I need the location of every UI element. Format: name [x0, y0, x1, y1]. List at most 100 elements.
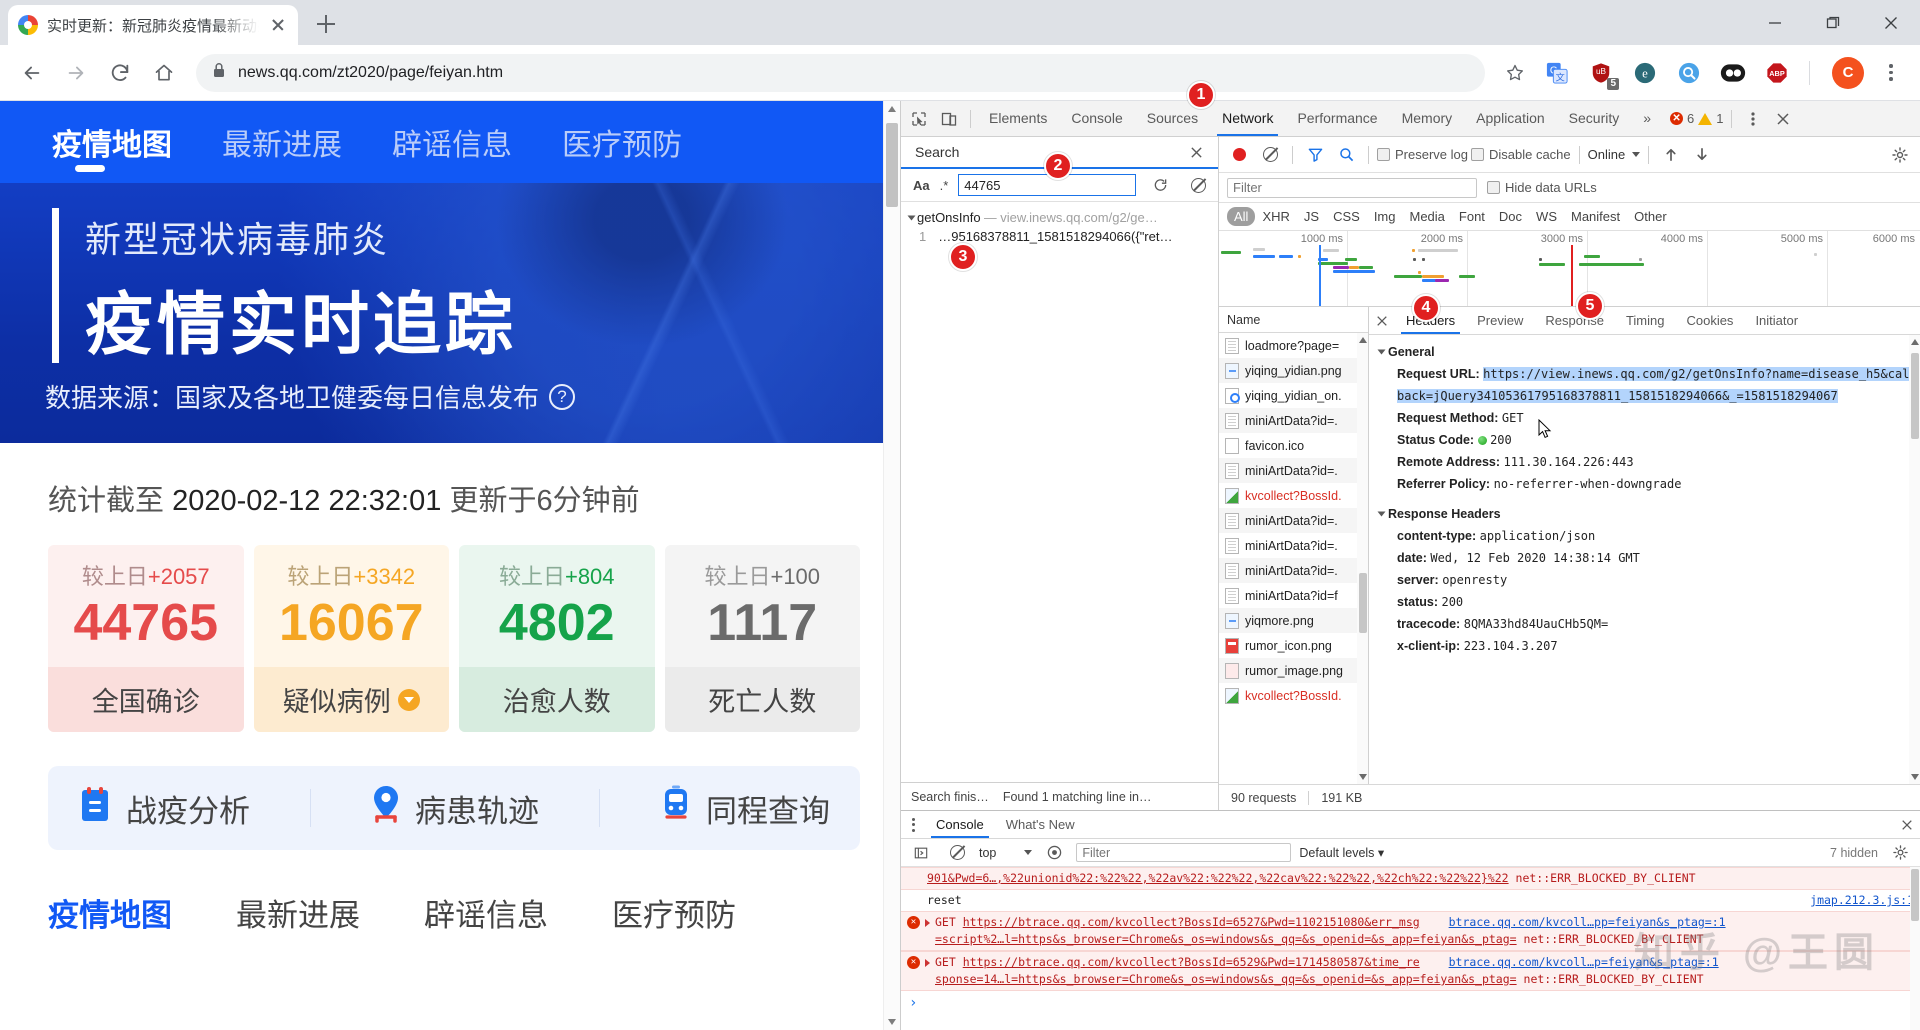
expand-triangle-icon[interactable]	[925, 919, 930, 927]
table-row[interactable]: miniArtData?id=.	[1219, 558, 1368, 583]
throttling-dropdown[interactable]: Online	[1588, 147, 1641, 162]
scroll-up-icon[interactable]	[888, 106, 896, 112]
devtools-tab-console[interactable]: Console	[1060, 101, 1133, 136]
reload-icon[interactable]	[100, 53, 140, 93]
expand-triangle-icon[interactable]	[907, 215, 916, 220]
console-request-url[interactable]: https://btrace.qq.com/kvcollect?BossId=6…	[963, 955, 1420, 969]
console-sidebar-icon[interactable]	[907, 839, 935, 867]
close-details-icon[interactable]	[1369, 315, 1395, 327]
scroll-down-icon[interactable]	[1358, 774, 1367, 780]
devtools-more-tabs-icon[interactable]: »	[1632, 101, 1662, 136]
preserve-log-checkbox[interactable]: Preserve log	[1377, 147, 1468, 162]
console-request-url-cont[interactable]: sponse=14…l=https&s_browser=Chrome&s_os=…	[935, 972, 1517, 986]
console-message-source[interactable]: btrace.qq.com/kvcoll…p=feiyan&s_ptag=:1	[1437, 955, 1719, 969]
search-result-line[interactable]: 1 …95168378811_1581518294066({"ret…	[909, 229, 1218, 244]
table-row[interactable]: kvcollect?BossId.	[1219, 683, 1368, 708]
search-input[interactable]	[958, 174, 1136, 196]
search-extension-icon[interactable]	[1674, 58, 1704, 88]
devtools-tab-application[interactable]: Application	[1465, 101, 1556, 136]
network-overview-timeline[interactable]: 1000 ms 2000 ms 3000 ms 4000 ms 5000 ms …	[1219, 231, 1920, 307]
export-har-icon[interactable]	[1688, 141, 1716, 169]
bookmark-star-icon[interactable]	[1497, 55, 1533, 91]
scroll-down-icon[interactable]	[888, 1019, 896, 1025]
request-list-scrollbar[interactable]	[1357, 333, 1368, 784]
details-tab-timing[interactable]: Timing	[1615, 307, 1676, 334]
type-filter-js[interactable]: JS	[1297, 207, 1326, 226]
devtools-tab-memory[interactable]: Memory	[1391, 101, 1464, 136]
device-toolbar-icon[interactable]	[935, 105, 963, 133]
type-filter-all[interactable]: All	[1227, 207, 1256, 226]
console-message-error[interactable]: ✕ GET https://btrace.qq.com/kvcollect?Bo…	[901, 911, 1920, 951]
scrollbar-thumb[interactable]	[1911, 869, 1919, 921]
drawer-tab-whats-new[interactable]: What's New	[995, 811, 1086, 838]
console-message-error[interactable]: ✕ GET https://btrace.qq.com/kvcollect?Bo…	[901, 951, 1920, 991]
network-settings-gear-icon[interactable]	[1886, 141, 1914, 169]
console-levels-dropdown[interactable]: Default levels ▾	[1299, 845, 1384, 860]
bottom-nav-item-rumor[interactable]: 辟谣信息	[424, 890, 548, 935]
table-row[interactable]: kvcollect?BossId.	[1219, 483, 1368, 508]
close-window-button[interactable]	[1862, 0, 1920, 45]
console-message-source[interactable]: btrace.qq.com/kvcoll…pp=feiyan&s_ptag=:1	[1437, 915, 1726, 929]
table-row[interactable]: miniArtData?id=.	[1219, 508, 1368, 533]
chevron-down-icon[interactable]	[397, 688, 420, 711]
clear-console-icon[interactable]	[943, 839, 971, 867]
scroll-up-icon[interactable]	[1910, 339, 1919, 345]
live-expression-icon[interactable]	[1040, 839, 1068, 867]
table-row[interactable]: miniArtData?id=.	[1219, 533, 1368, 558]
console-message-text[interactable]: 901&Pwd=6…,%22unionid%22:%22%22,%22av%22…	[927, 871, 1509, 885]
console-filter-input[interactable]	[1076, 843, 1292, 862]
disable-cache-checkbox[interactable]: Disable cache	[1470, 147, 1571, 162]
type-filter-xhr[interactable]: XHR	[1255, 207, 1296, 226]
match-case-toggle[interactable]: Aa	[913, 178, 930, 193]
close-search-icon[interactable]	[1182, 138, 1210, 166]
refresh-search-icon[interactable]	[1146, 171, 1174, 199]
type-filter-other[interactable]: Other	[1627, 207, 1674, 226]
table-row[interactable]: rumor_image.png	[1219, 658, 1368, 683]
regex-toggle[interactable]: .*	[940, 178, 949, 193]
general-section-header[interactable]: General	[1377, 345, 1920, 359]
site-nav-item-rumor[interactable]: 辟谣信息	[392, 120, 512, 164]
minimize-button[interactable]	[1746, 0, 1804, 45]
tool-item-analysis[interactable]: 战疫分析	[78, 785, 250, 831]
drawer-menu-icon[interactable]	[901, 817, 925, 832]
console-request-url[interactable]: https://btrace.qq.com/kvcollect?BossId=6…	[963, 915, 1420, 929]
scrollbar-thumb[interactable]	[1358, 573, 1367, 633]
table-row[interactable]: loadmore?page=	[1219, 333, 1368, 358]
google-translate-extension-icon[interactable]: G文	[1542, 58, 1572, 88]
scroll-up-icon[interactable]	[1358, 337, 1367, 343]
ublock-origin-extension-icon[interactable]: uB 5	[1586, 58, 1619, 90]
devtools-tab-elements[interactable]: Elements	[978, 101, 1058, 136]
adblock-plus-extension-icon[interactable]: ABP	[1762, 58, 1792, 88]
type-filter-font[interactable]: Font	[1452, 207, 1492, 226]
close-drawer-icon[interactable]	[1894, 819, 1920, 831]
inspect-element-icon[interactable]	[905, 105, 933, 133]
type-filter-css[interactable]: CSS	[1326, 207, 1367, 226]
details-tab-initiator[interactable]: Initiator	[1744, 307, 1809, 334]
import-har-icon[interactable]	[1657, 141, 1685, 169]
tool-item-same-trip[interactable]: 同程查询	[660, 784, 830, 832]
profile-avatar[interactable]: C	[1832, 56, 1864, 89]
clear-network-icon[interactable]	[1256, 141, 1284, 169]
details-tab-cookies[interactable]: Cookies	[1675, 307, 1744, 334]
forward-icon[interactable]	[56, 53, 96, 93]
console-prompt[interactable]: ›	[901, 991, 1920, 1015]
type-filter-ws[interactable]: WS	[1529, 207, 1564, 226]
response-headers-section-header[interactable]: Response Headers	[1377, 507, 1920, 521]
site-nav-item-map[interactable]: 疫情地图	[52, 120, 172, 164]
help-icon[interactable]: ?	[549, 383, 576, 410]
table-row[interactable]: miniArtData?id=f	[1219, 583, 1368, 608]
browser-tab[interactable]: 实时更新：新冠肺炎疫情最新动态	[8, 5, 298, 45]
console-request-url-cont[interactable]: =script%2…l=https&s_browser=Chrome&s_os=…	[935, 932, 1517, 946]
type-filter-media[interactable]: Media	[1402, 207, 1451, 226]
close-tab-icon[interactable]	[268, 15, 288, 35]
new-tab-icon[interactable]	[312, 10, 340, 38]
record-button[interactable]	[1225, 141, 1253, 169]
clear-search-icon[interactable]	[1184, 171, 1212, 199]
page-scrollbar[interactable]	[883, 101, 900, 1030]
table-row[interactable]: miniArtData?id=.	[1219, 458, 1368, 483]
drawer-tab-console[interactable]: Console	[925, 811, 995, 838]
table-row[interactable]: rumor_icon.png	[1219, 633, 1368, 658]
type-filter-manifest[interactable]: Manifest	[1564, 207, 1627, 226]
table-row[interactable]: yiqmore.png	[1219, 608, 1368, 633]
back-icon[interactable]	[12, 53, 52, 93]
